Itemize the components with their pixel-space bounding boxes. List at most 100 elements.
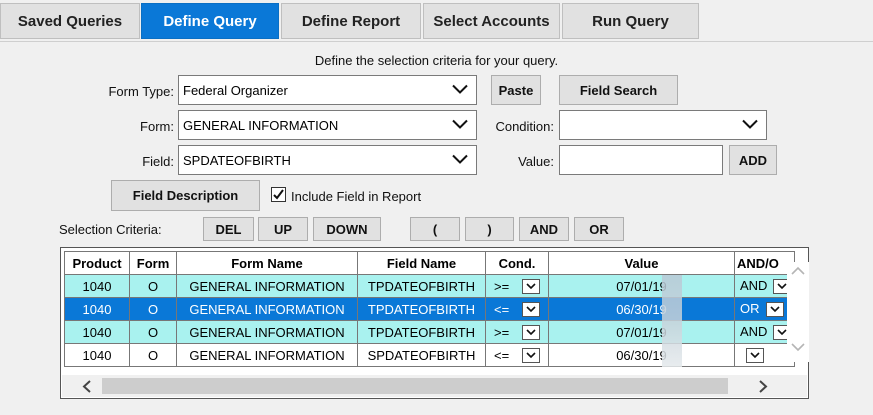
form-value: GENERAL INFORMATION bbox=[183, 117, 339, 133]
checkmark-icon bbox=[273, 189, 284, 200]
tab-run-query[interactable]: Run Query bbox=[562, 3, 699, 39]
cell-field-name: SPDATEOFBIRTH bbox=[357, 343, 486, 367]
chevron-down-icon bbox=[769, 306, 780, 313]
del-button[interactable]: DEL bbox=[203, 217, 254, 241]
horizontal-scrollbar[interactable] bbox=[62, 375, 807, 397]
tab-select-accounts[interactable]: Select Accounts bbox=[423, 3, 560, 39]
form-type-value: Federal Organizer bbox=[183, 82, 288, 98]
cond-dropdown[interactable] bbox=[522, 348, 540, 364]
andor-dropdown[interactable] bbox=[765, 302, 784, 318]
cell-andor[interactable]: AND bbox=[734, 320, 795, 344]
table-row[interactable]: 1040 O GENERAL INFORMATION TPDATEOFBIRTH… bbox=[64, 297, 795, 321]
cell-form-name: GENERAL INFORMATION bbox=[176, 320, 358, 344]
cell-andor[interactable] bbox=[734, 343, 795, 367]
cond-dropdown[interactable] bbox=[522, 279, 540, 295]
vertical-scrollbar[interactable] bbox=[787, 262, 809, 362]
chevron-down-icon bbox=[750, 352, 760, 359]
header-form[interactable]: Form bbox=[129, 251, 177, 275]
cell-andor[interactable]: OR bbox=[734, 297, 795, 321]
andor-value: AND bbox=[740, 323, 768, 339]
cell-form: O bbox=[129, 343, 177, 367]
chevron-down-icon bbox=[526, 306, 536, 313]
form-select[interactable]: GENERAL INFORMATION bbox=[178, 110, 477, 140]
table-row[interactable]: 1040 O GENERAL INFORMATION SPDATEOFBIRTH… bbox=[64, 343, 795, 367]
header-product[interactable]: Product bbox=[64, 251, 130, 275]
close-paren-button[interactable]: ) bbox=[465, 217, 514, 241]
chevron-down-icon bbox=[452, 154, 468, 164]
chevron-down-icon[interactable] bbox=[791, 342, 805, 352]
cond-value: >= bbox=[494, 279, 510, 295]
open-paren-button[interactable]: ( bbox=[410, 217, 460, 241]
chevron-right-icon[interactable] bbox=[758, 380, 768, 393]
chevron-up-icon[interactable] bbox=[791, 266, 805, 276]
cell-value: 07/01/19 bbox=[548, 274, 735, 298]
down-button[interactable]: DOWN bbox=[313, 217, 381, 241]
header-cond[interactable]: Cond. bbox=[485, 251, 549, 275]
tab-define-query[interactable]: Define Query bbox=[141, 3, 279, 39]
form-label: Form: bbox=[140, 119, 174, 134]
table-header-row: Product Form Form Name Field Name Cond. … bbox=[64, 251, 795, 275]
paste-button[interactable]: Paste bbox=[491, 75, 541, 105]
field-search-button[interactable]: Field Search bbox=[559, 75, 678, 105]
scrollbar-thumb[interactable] bbox=[102, 378, 728, 394]
cond-dropdown[interactable] bbox=[522, 325, 540, 341]
andor-value: AND bbox=[740, 277, 768, 293]
value-input[interactable] bbox=[559, 145, 723, 175]
chevron-down-icon bbox=[777, 283, 788, 290]
cell-form: O bbox=[129, 297, 177, 321]
tab-define-report[interactable]: Define Report bbox=[281, 3, 421, 39]
table-row[interactable]: 1040 O GENERAL INFORMATION TPDATEOFBIRTH… bbox=[64, 274, 795, 298]
cell-cond[interactable]: >= bbox=[485, 320, 549, 344]
cell-form-name: GENERAL INFORMATION bbox=[176, 274, 358, 298]
and-button[interactable]: AND bbox=[519, 217, 569, 241]
or-button[interactable]: OR bbox=[574, 217, 624, 241]
field-label: Field: bbox=[142, 154, 174, 169]
cond-value: <= bbox=[494, 348, 510, 364]
cell-andor[interactable]: AND bbox=[734, 274, 795, 298]
cell-form-name: GENERAL INFORMATION bbox=[176, 343, 358, 367]
andor-value: OR bbox=[740, 300, 760, 316]
cell-cond[interactable]: >= bbox=[485, 274, 549, 298]
andor-dropdown[interactable] bbox=[746, 348, 764, 364]
cell-field-name: TPDATEOFBIRTH bbox=[357, 320, 486, 344]
chevron-down-icon bbox=[742, 119, 758, 129]
cell-cond[interactable]: <= bbox=[485, 297, 549, 321]
chevron-down-icon bbox=[526, 329, 536, 336]
chevron-down-icon bbox=[526, 283, 536, 290]
intro-text: Define the selection criteria for your q… bbox=[314, 53, 559, 68]
cell-cond[interactable]: <= bbox=[485, 343, 549, 367]
include-field-label: Include Field in Report bbox=[291, 189, 422, 204]
form-type-select[interactable]: Federal Organizer bbox=[178, 75, 477, 105]
cond-value: >= bbox=[494, 325, 510, 341]
tab-divider bbox=[0, 41, 873, 42]
criteria-table: Product Form Form Name Field Name Cond. … bbox=[64, 251, 795, 367]
cell-product: 1040 bbox=[64, 343, 130, 367]
header-form-name[interactable]: Form Name bbox=[176, 251, 358, 275]
chevron-down-icon bbox=[452, 84, 468, 94]
redaction-blur bbox=[662, 275, 682, 367]
chevron-left-icon[interactable] bbox=[82, 380, 92, 393]
header-field-name[interactable]: Field Name bbox=[357, 251, 486, 275]
add-button[interactable]: ADD bbox=[729, 145, 777, 175]
header-andor[interactable]: AND/O bbox=[734, 251, 795, 275]
cell-value: 07/01/19 bbox=[548, 320, 735, 344]
tab-bar: Saved Queries Define Query Define Report… bbox=[0, 0, 873, 42]
cond-dropdown[interactable] bbox=[522, 302, 540, 318]
include-field-checkbox[interactable] bbox=[271, 187, 286, 202]
value-label: Value: bbox=[518, 154, 554, 169]
header-value[interactable]: Value bbox=[548, 251, 735, 275]
cell-product: 1040 bbox=[64, 320, 130, 344]
field-description-button[interactable]: Field Description bbox=[111, 180, 260, 211]
cell-product: 1040 bbox=[64, 297, 130, 321]
field-select[interactable]: SPDATEOFBIRTH bbox=[178, 145, 477, 175]
chevron-down-icon bbox=[452, 119, 468, 129]
condition-select[interactable] bbox=[559, 110, 767, 140]
cell-product: 1040 bbox=[64, 274, 130, 298]
field-value: SPDATEOFBIRTH bbox=[183, 152, 291, 168]
up-button[interactable]: UP bbox=[258, 217, 308, 241]
tab-saved-queries[interactable]: Saved Queries bbox=[0, 3, 140, 39]
table-row[interactable]: 1040 O GENERAL INFORMATION TPDATEOFBIRTH… bbox=[64, 320, 795, 344]
selection-criteria-label: Selection Criteria: bbox=[59, 222, 162, 237]
cell-form: O bbox=[129, 274, 177, 298]
cell-form: O bbox=[129, 320, 177, 344]
